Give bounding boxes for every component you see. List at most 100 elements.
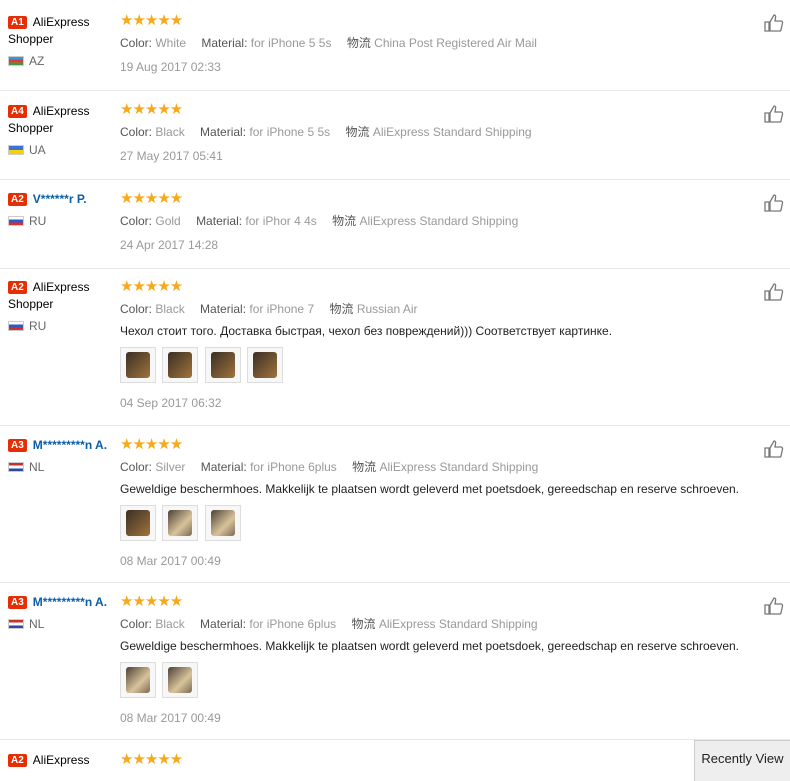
review-body: ★★★★★ Color: White Material: for iPhone …	[120, 13, 750, 75]
material-label: Material:	[200, 302, 247, 316]
review-photo-thumbnail[interactable]	[247, 347, 284, 383]
shipping-value: AliExpress Standard Shipping	[372, 125, 532, 139]
order-attributes: Color: Gold Material: for iPhor 4 4s 物流 …	[120, 213, 750, 229]
review-item: A2 AliExpress Shopper RU ★★★★★ Color: Bla…	[0, 269, 790, 426]
material-value: for iPhone 6plus	[250, 460, 337, 474]
material-label: Material:	[200, 460, 247, 474]
star-rating: ★★★★★	[120, 12, 183, 29]
country-code: UA	[29, 143, 46, 157]
shipping-label: 物流	[345, 125, 370, 139]
shipping-value: China Post Registered Air Mail	[374, 36, 537, 50]
buyer-level-badge: A3	[8, 596, 27, 609]
review-item: A3 M*********n A. NL ★★★★★ Color: Silver …	[0, 426, 790, 583]
order-attributes: Color: Black Material: for iPhone 7 物流 R…	[120, 301, 750, 317]
order-attributes: Color: Black Material: for iPhone 5 5s 物…	[120, 124, 750, 140]
country-code: RU	[29, 319, 47, 333]
reviewer-name[interactable]: V******r P.	[33, 192, 87, 206]
shipping-label: 物流	[351, 617, 376, 631]
reviewer-info: A3 M*********n A. NL	[8, 437, 112, 476]
shipping-label: 物流	[346, 36, 371, 50]
color-value: Black	[155, 617, 185, 631]
reviewer-info: A2 V******r P. RU	[8, 191, 112, 230]
review-photo-thumbnail[interactable]	[120, 662, 156, 698]
country-code: AZ	[29, 54, 45, 68]
review-photo-thumbnail[interactable]	[162, 662, 199, 698]
thumbs-up-icon[interactable]	[764, 283, 784, 301]
reviewer-info: A1 AliExpress Shopper AZ	[8, 14, 112, 70]
review-photo-thumbnail[interactable]	[162, 505, 199, 541]
color-label: Color:	[120, 125, 153, 139]
color-label: Color:	[120, 302, 153, 316]
review-body: ★★★★★ Color: Black Material: for iPhone …	[120, 594, 750, 726]
material-value: for iPhor 4 4s	[245, 214, 317, 228]
review-body: ★★★★★	[120, 752, 750, 768]
reviewer-info: A4 AliExpress Shopper UA	[8, 103, 112, 159]
reviewer-info: A2 AliExpress Shopper RU	[8, 279, 112, 335]
review-photos	[120, 505, 750, 545]
thumbs-up-icon[interactable]	[764, 105, 784, 123]
review-photo-thumbnail[interactable]	[120, 347, 156, 383]
reviewer-country: NL	[8, 616, 112, 633]
material-value: for iPhone 5 5s	[249, 125, 331, 139]
material-value: for iPhone 7	[249, 302, 315, 316]
review-date: 24 Apr 2017 14:28	[120, 238, 219, 252]
shipping-value: AliExpress Standard Shipping	[359, 214, 519, 228]
shipping-value: AliExpress Standard Shipping	[378, 617, 538, 631]
review-photos	[120, 662, 750, 702]
country-code: RU	[29, 214, 47, 228]
flag-icon	[8, 619, 24, 629]
recently-viewed-tab[interactable]: Recently View	[694, 740, 790, 781]
order-attributes: Color: Silver Material: for iPhone 6plus…	[120, 459, 750, 475]
reviewer-country: RU	[8, 213, 112, 230]
color-label: Color:	[120, 617, 153, 631]
review-date: 27 May 2017 05:41	[120, 149, 223, 163]
review-date: 08 Mar 2017 00:49	[120, 711, 221, 725]
shipping-value: AliExpress Standard Shipping	[379, 460, 539, 474]
review-body: ★★★★★ Color: Silver Material: for iPhone…	[120, 437, 750, 569]
review-photo-thumbnail[interactable]	[120, 505, 156, 541]
review-text: Geweldige beschermhoes. Makkelijk te pla…	[120, 482, 740, 496]
buyer-level-badge: A3	[8, 439, 27, 452]
buyer-level-badge: A2	[8, 281, 27, 294]
shipping-label: 物流	[352, 460, 377, 474]
material-label: Material:	[201, 36, 248, 50]
thumbs-up-icon[interactable]	[764, 440, 784, 458]
review-photo-thumbnail[interactable]	[162, 347, 199, 383]
thumbs-up-icon[interactable]	[764, 194, 784, 212]
review-text: Чехол стоит того. Доставка быстрая, чехо…	[120, 324, 613, 338]
review-item: A4 AliExpress Shopper UA ★★★★★ Color: Bla…	[0, 91, 790, 180]
review-date: 04 Sep 2017 06:32	[120, 396, 222, 410]
review-date: 08 Mar 2017 00:49	[120, 554, 221, 568]
buyer-level-badge: A2	[8, 193, 27, 206]
review-text: Geweldige beschermhoes. Makkelijk te pla…	[120, 639, 740, 653]
flag-icon	[8, 321, 24, 331]
reviewer-name[interactable]: M*********n A.	[33, 438, 107, 452]
shipping-label: 物流	[332, 214, 357, 228]
reviewer-name[interactable]: M*********n A.	[33, 595, 107, 609]
color-label: Color:	[120, 214, 153, 228]
thumbs-up-icon[interactable]	[764, 597, 784, 615]
star-rating: ★★★★★	[120, 278, 183, 295]
country-code: NL	[29, 460, 45, 474]
thumbs-up-icon[interactable]	[764, 14, 784, 32]
reviewer-country: AZ	[8, 53, 112, 70]
review-body: ★★★★★ Color: Black Material: for iPhone …	[120, 102, 750, 164]
flag-icon	[8, 216, 24, 226]
reviewer-info: A3 M*********n A. NL	[8, 594, 112, 633]
reviewer-name: AliExpress	[32, 753, 90, 767]
review-photos	[120, 347, 750, 387]
color-value: Black	[155, 125, 185, 139]
review-body: ★★★★★ Color: Black Material: for iPhone …	[120, 279, 750, 411]
color-label: Color:	[120, 460, 153, 474]
material-label: Material:	[200, 617, 247, 631]
buyer-level-badge: A4	[8, 105, 27, 118]
flag-icon	[8, 462, 24, 472]
review-date: 19 Aug 2017 02:33	[120, 60, 221, 74]
shipping-value: Russian Air	[356, 302, 418, 316]
star-rating: ★★★★★	[120, 436, 183, 453]
review-item: A2 V******r P. RU ★★★★★ Color: Gold Mater…	[0, 180, 790, 269]
reviewer-info: A2 AliExpress	[8, 752, 112, 769]
review-photo-thumbnail[interactable]	[204, 347, 241, 383]
review-photo-thumbnail[interactable]	[204, 505, 241, 541]
material-value: for iPhone 6plus	[249, 617, 337, 631]
